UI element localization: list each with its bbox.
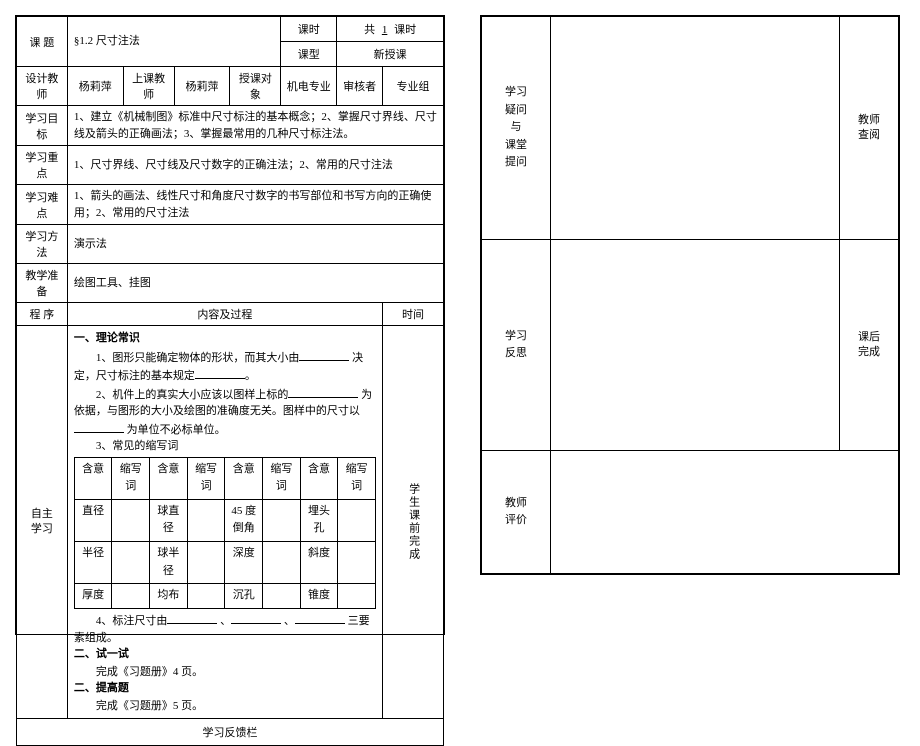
feedback-label: 学习反馈栏 <box>17 719 444 746</box>
keshi-value: 共 1 课时 <box>337 17 444 42</box>
diff-value: 1、箭头的画法、线性尺寸和角度尺寸数字的书写部位和书写方向的正确使用；2、常用的… <box>67 185 443 225</box>
section-1-heading: 一、理论常识 <box>74 330 376 348</box>
abbreviation-table: 含意 缩写词 含意 缩写词 含意 缩写词 含意 缩写词 直径 球直径 45 度倒… <box>74 457 376 610</box>
method-label: 学习方法 <box>17 225 68 264</box>
audience-label: 授课对象 <box>230 67 281 106</box>
para-3: 3、常见的缩写词 <box>74 438 376 455</box>
para-2: 2、机件上的真实大小应该以图样上标的 为依据，与图形的大小及绘图的准确度无关。图… <box>74 385 376 439</box>
feedback-table: 学习 疑问 与 课堂 提问 教师 查阅 学习 反思 课后 完成 教师 评价 <box>481 16 899 574</box>
para-5: 完成《习题册》4 页。 <box>74 664 376 681</box>
abbr-th: 含意 <box>150 457 188 499</box>
chengxu-label: 程 序 <box>17 303 68 326</box>
reviewer-value: 专业组 <box>382 67 443 106</box>
prep-label: 教学准备 <box>17 264 68 303</box>
abbr-th: 含意 <box>225 457 263 499</box>
audience-value: 机电专业 <box>281 67 337 106</box>
reviewer-label: 审核者 <box>337 67 383 106</box>
designer-label: 设计教师 <box>17 67 68 106</box>
lesson-plan-table: 课 题 §1.2 尺寸注法 课时 共 1 课时 课型 新授课 设计教师 杨莉萍 … <box>16 16 444 746</box>
para-1: 1、图形只能确定物体的形状，而其大小由 决定，尺寸标注的基本规定。 <box>74 348 376 385</box>
prep-value: 绘图工具、挂图 <box>67 264 443 303</box>
designer-value: 杨莉萍 <box>67 67 123 106</box>
goal-value: 1、建立《机械制图》标准中尺寸标注的基本概念；2、掌握尺寸界线、尺寸线及箭头的正… <box>67 106 443 146</box>
teacher-label: 上课教师 <box>123 67 174 106</box>
topic-label: 课 题 <box>17 17 68 67</box>
table-row: 直径 球直径 45 度倒角 埋头孔 <box>74 499 375 541</box>
kexing-label: 课型 <box>281 42 337 67</box>
method-value: 演示法 <box>67 225 443 264</box>
table-row: 半径 球半径 深度 斜度 <box>74 541 375 583</box>
right-row-3-label: 教师 评价 <box>482 451 551 574</box>
lesson-plan-left-page: 课 题 §1.2 尺寸注法 课时 共 1 课时 课型 新授课 设计教师 杨莉萍 … <box>15 15 445 635</box>
right-row-2-label: 学习 反思 <box>482 239 551 451</box>
shijian-label: 时间 <box>382 303 443 326</box>
focus-label: 学习重点 <box>17 146 68 185</box>
para-6: 完成《习题册》5 页。 <box>74 698 376 715</box>
abbr-th: 缩写词 <box>338 457 376 499</box>
table-row: 厚度 均布 沉孔 锥度 <box>74 584 375 609</box>
para-4: 4、标注尺寸由 、 、 三要素组成。 <box>74 611 376 646</box>
right-row-3-content <box>551 451 899 574</box>
keshi-label: 课时 <box>281 17 337 42</box>
right-row-2-content <box>551 239 840 451</box>
abbr-th: 缩写词 <box>112 457 150 499</box>
shijian-value: 学生课前完成 <box>382 326 443 719</box>
abbr-th: 缩写词 <box>187 457 225 499</box>
abbr-th: 缩写词 <box>263 457 301 499</box>
teacher-value: 杨莉萍 <box>174 67 230 106</box>
right-row-1-label: 学习 疑问 与 课堂 提问 <box>482 17 551 240</box>
section-3-heading: 二、提高题 <box>74 680 376 698</box>
section-2-heading: 二、试一试 <box>74 646 376 664</box>
abbr-th: 含意 <box>74 457 112 499</box>
topic-value: §1.2 尺寸注法 <box>67 17 280 67</box>
diff-label: 学习难点 <box>17 185 68 225</box>
focus-value: 1、尺寸界线、尺寸线及尺寸数字的正确注法；2、常用的尺寸注法 <box>67 146 443 185</box>
right-row-2-side: 课后 完成 <box>840 239 899 451</box>
kexing-value: 新授课 <box>337 42 444 67</box>
goal-label: 学习目标 <box>17 106 68 146</box>
right-row-1-side: 教师 查阅 <box>840 17 899 240</box>
right-row-1-content <box>551 17 840 240</box>
abbr-th: 含意 <box>300 457 338 499</box>
zizhu-label: 自主 学习 <box>17 326 68 719</box>
main-content: 一、理论常识 1、图形只能确定物体的形状，而其大小由 决定，尺寸标注的基本规定。… <box>67 326 382 719</box>
neirong-label: 内容及过程 <box>67 303 382 326</box>
lesson-plan-right-page: 学习 疑问 与 课堂 提问 教师 查阅 学习 反思 课后 完成 教师 评价 <box>480 15 900 575</box>
